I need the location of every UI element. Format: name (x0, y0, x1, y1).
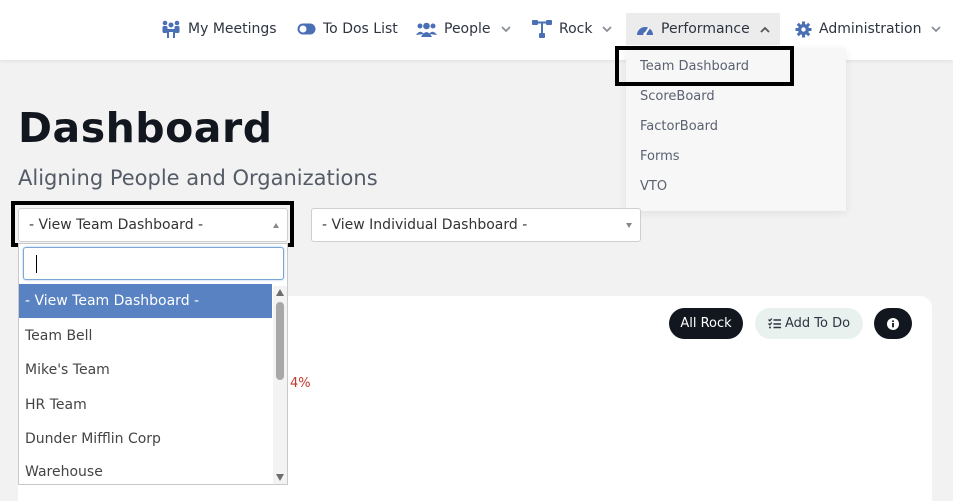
chevron-down-icon (931, 25, 942, 32)
nav-people-label: People (444, 21, 491, 37)
all-rock-button[interactable]: All Rock (669, 308, 743, 339)
individual-dashboard-select-value: - View Individual Dashboard - (322, 217, 528, 233)
nav-administration-label: Administration (819, 21, 922, 37)
meetings-icon (162, 20, 180, 38)
highlight-box-team-dashboard (615, 46, 794, 86)
info-icon (887, 317, 899, 330)
highlight-box-team-select (11, 201, 294, 247)
chevron-down-icon (500, 25, 511, 32)
nav-to-dos-list[interactable]: To Dos List (297, 13, 398, 45)
caret-down-icon (626, 223, 632, 228)
scroll-up-arrow-icon[interactable] (276, 289, 284, 296)
text-cursor (36, 255, 37, 273)
scroll-thumb[interactable] (276, 302, 284, 380)
add-to-do-button[interactable]: Add To Do (755, 308, 863, 339)
nav-my-meetings-label: My Meetings (188, 21, 277, 37)
team-option[interactable]: - View Team Dashboard - (19, 284, 272, 318)
nav-performance-label: Performance (661, 21, 750, 37)
nav-people[interactable]: People (416, 13, 511, 45)
add-to-do-label: Add To Do (784, 316, 851, 331)
individual-dashboard-select[interactable]: - View Individual Dashboard - (311, 208, 641, 242)
menu-item-scoreboard[interactable]: ScoreBoard (640, 89, 715, 104)
team-option[interactable]: Dunder Mifflin Corp (19, 422, 272, 456)
chevron-up-icon (760, 26, 770, 33)
gear-icon (795, 21, 812, 37)
nav-administration[interactable]: Administration (795, 13, 942, 45)
toggle-icon (297, 23, 316, 35)
chevron-down-icon (602, 25, 613, 32)
team-option[interactable]: HR Team (19, 388, 272, 422)
team-option[interactable]: Mike's Team (19, 353, 272, 387)
people-icon (416, 22, 437, 37)
sitemap-icon (532, 20, 552, 38)
team-search-input[interactable] (23, 247, 284, 280)
team-option[interactable]: Warehouse (19, 457, 272, 487)
checklist-icon (767, 318, 781, 329)
page-title: Dashboard (18, 104, 273, 152)
menu-item-vto[interactable]: VTO (640, 179, 667, 194)
nav-my-meetings[interactable]: My Meetings (161, 13, 277, 45)
nav-rock[interactable]: Rock (532, 13, 613, 45)
menu-item-factorboard[interactable]: FactorBoard (640, 119, 718, 134)
gauge-icon (637, 26, 653, 36)
info-button[interactable] (874, 308, 912, 339)
page-subtitle: Aligning People and Organizations (18, 166, 378, 190)
nav-performance[interactable]: Performance (626, 13, 780, 45)
nav-to-dos-list-label: To Dos List (323, 21, 398, 37)
team-list-scrollbar[interactable] (273, 286, 287, 484)
menu-item-forms[interactable]: Forms (640, 149, 680, 164)
scroll-down-arrow-icon[interactable] (276, 474, 284, 481)
team-option[interactable]: Team Bell (19, 319, 272, 353)
rock-percentage: 4% (290, 376, 311, 391)
nav-rock-label: Rock (559, 21, 593, 37)
